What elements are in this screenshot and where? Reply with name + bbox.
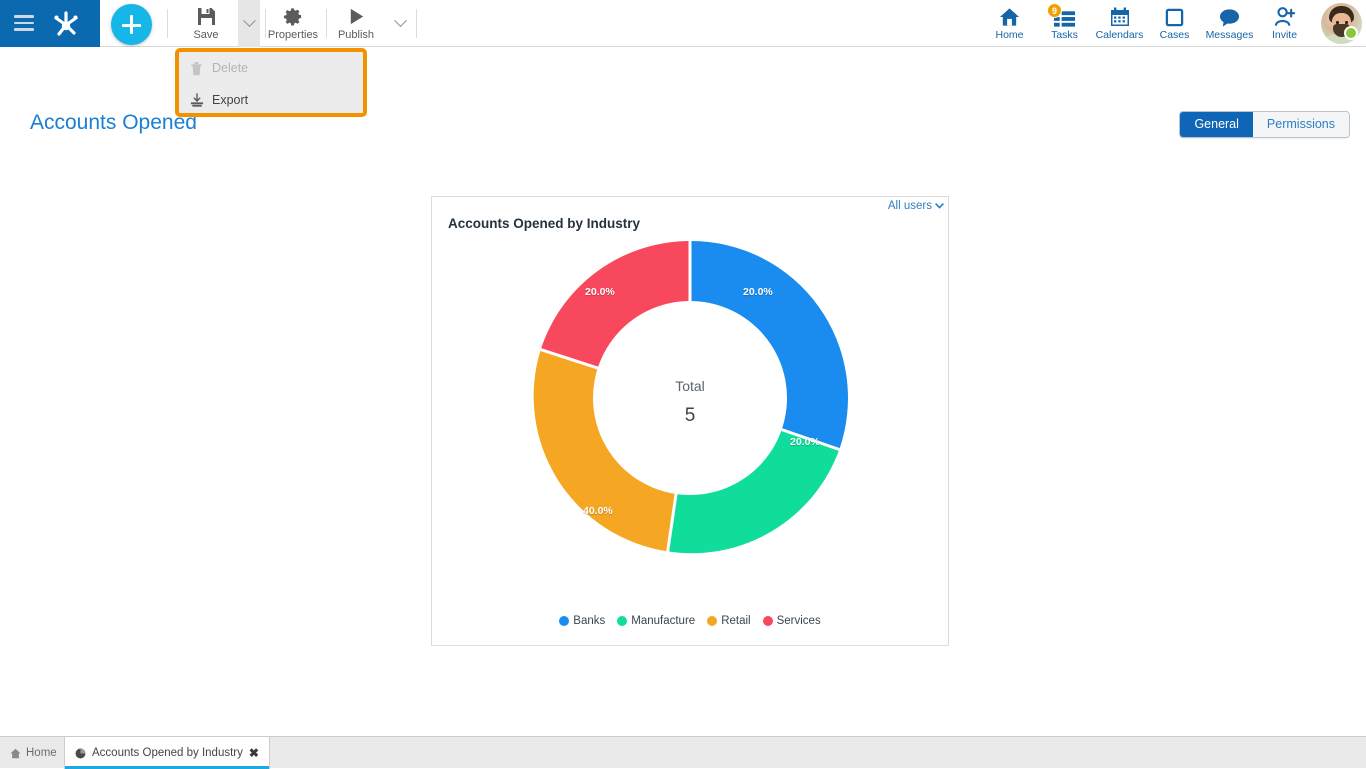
tasks-badge: 9 — [1047, 3, 1062, 18]
nav-label-messages: Messages — [1206, 30, 1254, 41]
chevron-down-icon — [243, 14, 256, 27]
nav-label-calendars: Calendars — [1096, 30, 1144, 41]
home-small-icon — [10, 748, 21, 759]
save-button[interactable]: Save — [182, 0, 230, 47]
legend-item-banks[interactable]: Banks — [559, 615, 605, 627]
toolbar-divider — [416, 9, 417, 38]
legend-swatch — [763, 616, 773, 626]
legend-swatch — [617, 616, 627, 626]
menu-item-delete-label: Delete — [212, 61, 248, 75]
taskbar-tab-accounts-opened[interactable]: Accounts Opened by Industry ✖ — [64, 737, 270, 769]
legend-label: Services — [777, 615, 821, 627]
legend-label: Banks — [573, 615, 605, 627]
status-badge — [1344, 26, 1358, 40]
tab-permissions[interactable]: Permissions — [1253, 112, 1349, 137]
menu-item-export-label: Export — [212, 93, 248, 107]
nav-item-home[interactable]: Home — [982, 0, 1037, 47]
donut-total-label: Total — [525, 378, 855, 394]
speech-bubble-icon — [1219, 6, 1240, 27]
taskbar-tab-label: Accounts Opened by Industry — [92, 747, 243, 759]
nav-item-tasks[interactable]: 9 Tasks — [1037, 0, 1092, 47]
calendar-icon — [1110, 6, 1130, 27]
publish-label: Publish — [338, 30, 374, 41]
settings-tab-group: General Permissions — [1179, 111, 1350, 138]
tab-general[interactable]: General — [1180, 112, 1252, 137]
plus-icon[interactable] — [111, 4, 152, 45]
chevron-down-icon — [935, 203, 944, 209]
all-users-label: All users — [888, 200, 932, 212]
save-dropdown-menu: Delete Export — [175, 48, 367, 117]
nav-item-invite[interactable]: Invite — [1257, 0, 1312, 47]
slice-label-manufacture: 20.0% — [790, 436, 820, 448]
square-icon — [1165, 6, 1184, 27]
nav-label-invite: Invite — [1272, 30, 1297, 41]
properties-label: Properties — [268, 30, 318, 41]
play-triangle-icon — [347, 6, 366, 27]
global-nav: Home 9 Tasks — [982, 0, 1312, 47]
top-toolbar: Save Properties Publish — [0, 0, 1366, 47]
gear-icon — [284, 6, 303, 27]
chart-card: All users Accounts Opened by Industry — [431, 196, 949, 646]
menu-item-delete: Delete — [179, 52, 363, 84]
save-label: Save — [193, 30, 218, 41]
slice-label-retail: 40.0% — [583, 505, 613, 517]
taskbar-home-button[interactable]: Home — [0, 737, 69, 769]
legend-item-manufacture[interactable]: Manufacture — [617, 615, 695, 627]
nav-label-tasks: Tasks — [1051, 30, 1078, 41]
nav-item-cases[interactable]: Cases — [1147, 0, 1202, 47]
home-icon — [999, 6, 1020, 27]
all-users-filter[interactable]: All users — [888, 200, 944, 212]
legend-swatch — [707, 616, 717, 626]
trash-icon — [190, 61, 212, 76]
toolbar-divider — [326, 9, 327, 38]
avatar[interactable] — [1321, 3, 1362, 44]
menu-item-export[interactable]: Export — [179, 84, 363, 116]
publish-button[interactable]: Publish — [330, 0, 382, 47]
export-icon — [190, 93, 212, 108]
save-dropdown-toggle[interactable] — [238, 0, 260, 47]
donut-svg — [525, 233, 855, 563]
taskbar: Home Accounts Opened by Industry ✖ — [0, 736, 1366, 768]
donut-chart: 20.0% 20.0% 40.0% 20.0% Total 5 — [525, 233, 855, 563]
hamburger-icon[interactable] — [14, 15, 34, 31]
chevron-down-icon — [394, 14, 407, 27]
app-logo-icon[interactable] — [50, 9, 82, 39]
publish-dropdown-toggle[interactable] — [389, 0, 411, 47]
slice-label-banks: 20.0% — [743, 286, 773, 298]
page-title: Accounts Opened — [30, 111, 197, 135]
legend-item-retail[interactable]: Retail — [707, 615, 750, 627]
nav-item-messages[interactable]: Messages — [1202, 0, 1257, 47]
invite-person-plus-icon — [1274, 6, 1295, 27]
pie-chart-icon — [75, 748, 86, 759]
properties-button[interactable]: Properties — [266, 0, 320, 47]
toolbar-divider — [167, 9, 168, 38]
donut-total-value: 5 — [525, 405, 855, 427]
legend-item-services[interactable]: Services — [763, 615, 821, 627]
chart-legend: Banks Manufacture Retail Services — [432, 615, 948, 627]
chart-title: Accounts Opened by Industry — [448, 216, 640, 231]
slice-label-services: 20.0% — [585, 286, 615, 298]
legend-label: Retail — [721, 615, 750, 627]
taskbar-home-label: Home — [26, 747, 57, 759]
legend-swatch — [559, 616, 569, 626]
nav-label-cases: Cases — [1160, 30, 1190, 41]
save-floppy-icon — [197, 6, 216, 27]
nav-label-home: Home — [995, 30, 1023, 41]
legend-label: Manufacture — [631, 615, 695, 627]
close-icon[interactable]: ✖ — [249, 746, 259, 760]
nav-item-calendars[interactable]: Calendars — [1092, 0, 1147, 47]
